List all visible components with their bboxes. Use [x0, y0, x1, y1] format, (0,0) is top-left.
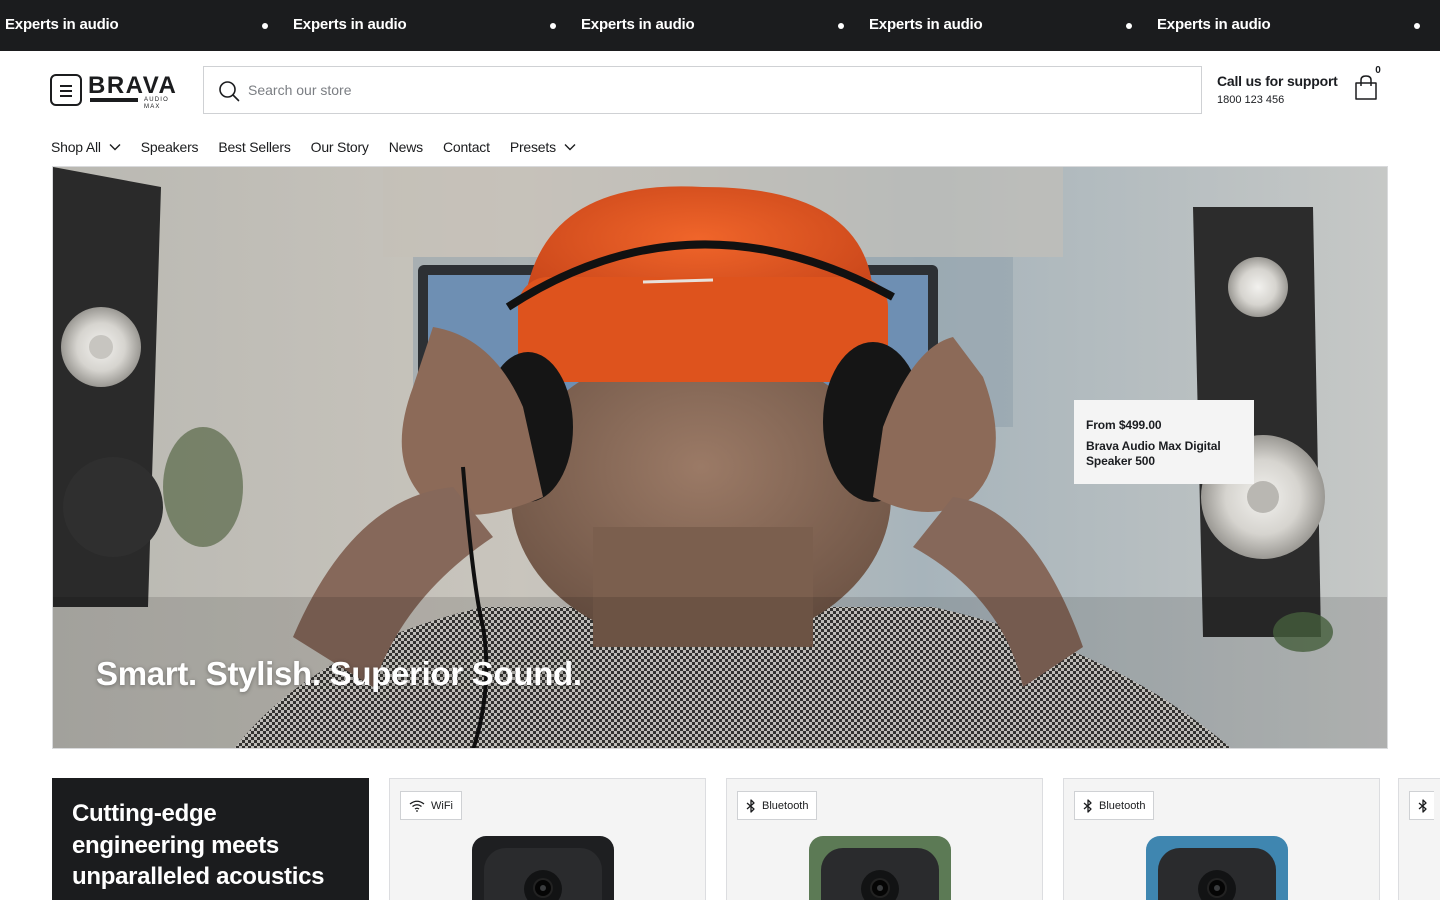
- product-card[interactable]: WiFi: [389, 778, 706, 900]
- product-card[interactable]: [1398, 778, 1440, 900]
- speaker-image: [809, 836, 951, 900]
- hotspot-product-name: Brava Audio Max Digital Speaker 500: [1086, 439, 1221, 468]
- bluetooth-icon: [746, 798, 755, 813]
- chevron-down-icon: [564, 144, 576, 151]
- nav-item-presets[interactable]: Presets: [510, 139, 576, 155]
- feature-badge: Bluetooth: [1074, 791, 1155, 820]
- badge-label: Bluetooth: [762, 799, 809, 812]
- cart-count-badge: 0: [1371, 64, 1385, 78]
- nav-item-our-story[interactable]: Our Story: [311, 139, 369, 155]
- announcement-bar: Experts in audio Experts in audio Expert…: [0, 0, 1440, 51]
- nav-item-label: Speakers: [140, 139, 199, 155]
- support-block[interactable]: Call us for support 1800 123 456: [1217, 72, 1347, 108]
- nav-item-label: News: [388, 139, 423, 155]
- menu-button[interactable]: [50, 74, 82, 106]
- search-input[interactable]: [248, 75, 1148, 105]
- cart-icon[interactable]: [1352, 74, 1380, 102]
- feature-badge: Bluetooth: [737, 791, 818, 820]
- badge-label: Bluetooth: [1099, 799, 1146, 812]
- promo-tile: Cutting-edge engineering meets unparalle…: [52, 778, 369, 900]
- announcement-text: Experts in audio: [869, 16, 983, 33]
- nav-item-label: Contact: [442, 139, 490, 155]
- feature-badge: [1409, 791, 1434, 820]
- separator-dot: [1414, 23, 1420, 29]
- separator-dot: [1126, 23, 1132, 29]
- separator-dot: [262, 23, 268, 29]
- announcement-text: Experts in audio: [1157, 16, 1271, 33]
- badge-label: WiFi: [431, 799, 453, 812]
- hotspot-product-card[interactable]: From $499.00 Brava Audio Max Digital Spe…: [1074, 400, 1254, 484]
- speaker-image: [1146, 836, 1288, 900]
- search-icon[interactable]: [218, 80, 240, 102]
- logo-wordmark: BRAVA: [88, 72, 178, 99]
- logo[interactable]: BRAVA AUDIO MAX: [88, 72, 188, 110]
- nav-item-news[interactable]: News: [389, 139, 423, 155]
- separator-dot: [550, 23, 556, 29]
- nav-item-label: Presets: [509, 139, 556, 155]
- promo-heading: Cutting-edge engineering meets unparalle…: [72, 800, 325, 890]
- support-phone[interactable]: 1800 123 456: [1217, 92, 1347, 108]
- search-bar[interactable]: [203, 66, 1202, 114]
- product-card[interactable]: Bluetooth: [1063, 778, 1380, 900]
- announcement-text: Experts in audio: [5, 16, 119, 33]
- hamburger-icon: [60, 85, 72, 87]
- bluetooth-icon: [1083, 798, 1092, 813]
- announcement-text: Experts in audio: [293, 16, 407, 33]
- logo-bar: [90, 98, 138, 102]
- bluetooth-icon: [1418, 798, 1427, 813]
- support-title: Call us for support: [1217, 73, 1338, 89]
- speaker-image: [472, 836, 614, 900]
- nav-item-best-sellers[interactable]: Best Sellers: [218, 139, 290, 155]
- hotspot-price: From $499.00: [1086, 418, 1162, 432]
- wifi-icon: [409, 800, 425, 812]
- feature-badge: WiFi: [400, 791, 462, 820]
- chevron-down-icon: [109, 144, 121, 151]
- nav-item-label: Shop All: [51, 139, 101, 155]
- separator-dot: [838, 23, 844, 29]
- nav-item-label: Best Sellers: [218, 139, 291, 155]
- announcement-text: Experts in audio: [581, 16, 695, 33]
- logo-subtext: AUDIO MAX: [144, 97, 170, 110]
- hero-headline: Smart. Stylish. Superior Sound.: [96, 655, 582, 692]
- nav-item-shop-all[interactable]: Shop All: [51, 139, 121, 155]
- nav-item-label: Our Story: [310, 139, 369, 155]
- main-navigation: Shop All Speakers Best Sellers Our Story…: [51, 132, 596, 162]
- product-card[interactable]: Bluetooth: [726, 778, 1043, 900]
- nav-item-speakers[interactable]: Speakers: [141, 139, 199, 155]
- nav-item-contact[interactable]: Contact: [443, 139, 490, 155]
